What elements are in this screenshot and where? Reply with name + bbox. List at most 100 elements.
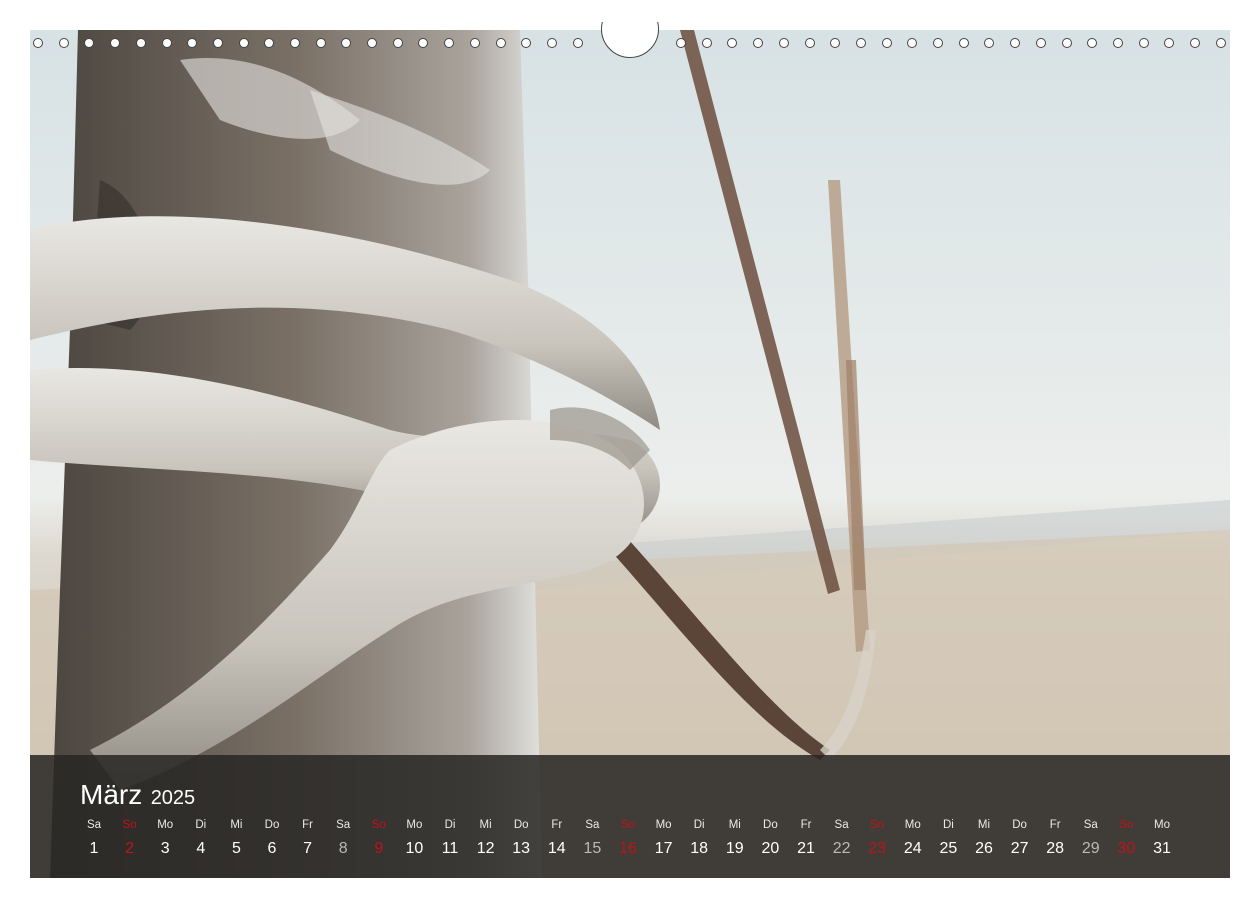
weekday-label: Mo	[406, 819, 423, 831]
weekday-label: Di	[693, 819, 705, 831]
day-number: 31	[1153, 840, 1171, 857]
binding-hole	[959, 38, 969, 48]
day-number: 18	[690, 840, 709, 857]
binding-hole	[110, 38, 120, 48]
day-number: 23	[868, 840, 887, 857]
binding-hole	[470, 38, 480, 48]
day-number: 3	[160, 840, 170, 857]
weekday-label: Di	[195, 819, 207, 831]
binding-hole	[702, 38, 712, 48]
binding-hole	[1113, 38, 1123, 48]
binding-hole	[882, 38, 892, 48]
binding-hole	[444, 38, 454, 48]
weekday-label: Mi	[977, 819, 991, 831]
weekday-label: Fr	[551, 819, 563, 831]
day-number: 13	[512, 840, 531, 857]
binding-hole	[907, 38, 917, 48]
binding-hole	[84, 38, 94, 48]
binding-hole	[264, 38, 274, 48]
day-number: 9	[374, 840, 384, 857]
day-number: 6	[267, 840, 277, 857]
day-number: 11	[441, 840, 459, 857]
weekday-label: Do	[1012, 819, 1027, 831]
year: 2025	[150, 787, 196, 809]
binding-hole	[33, 38, 43, 48]
day-number: 20	[761, 840, 780, 857]
binding-hole	[367, 38, 377, 48]
day-number: 2	[125, 840, 135, 857]
weekday-label: Di	[444, 819, 456, 831]
weekday-label: So	[620, 819, 636, 831]
weekday-label: Mi	[479, 819, 492, 831]
weekday-label: Mo	[1154, 819, 1170, 831]
weekday-label: Di	[942, 819, 954, 831]
weekday-label: Sa	[585, 819, 600, 831]
weekday-label: Fr	[302, 819, 314, 831]
binding-hole	[1216, 38, 1226, 48]
weekday-label: Mi	[230, 819, 243, 831]
day-number: 1	[89, 840, 99, 857]
binding-hole	[984, 38, 994, 48]
weekday-label: So	[1119, 819, 1134, 831]
binding-hole	[213, 38, 223, 48]
day-number: 29	[1081, 840, 1100, 857]
day-number: 17	[654, 840, 673, 857]
binding-hole	[1139, 38, 1149, 48]
binding-hole	[1062, 38, 1072, 48]
binding-hole	[1087, 38, 1097, 48]
day-number: 26	[975, 840, 993, 857]
day-number: 7	[303, 840, 313, 857]
binding-hole	[547, 38, 557, 48]
weekday-label: So	[870, 819, 885, 831]
day-number: 15	[583, 840, 602, 857]
weekday-label: Fr	[800, 819, 812, 831]
binding-hole	[136, 38, 146, 48]
binding-hole	[676, 38, 686, 48]
day-number: 21	[797, 840, 815, 857]
binding-hole	[290, 38, 300, 48]
binding-hole	[1010, 38, 1020, 48]
weekday-label: Mi	[728, 819, 741, 831]
calendar-strip: März 2025 Sa 1 So 2 Mo 3 Di 4 Mi 5 Do 6 Fr 7 Sa 8 So 9 Mo 1…	[30, 755, 1230, 878]
calendar-title: März 2025	[80, 779, 195, 811]
calendar-page: März 2025 Sa 1 So 2 Mo 3 Di 4 Mi 5 Do 6 Fr 7 Sa 8 So 9 Mo 1…	[0, 0, 1260, 908]
day-number: 16	[619, 840, 637, 857]
month-name: März	[80, 779, 143, 810]
hanger-cutout	[601, 22, 659, 58]
binding-hole	[933, 38, 943, 48]
beach-rope-post-photo	[30, 30, 1230, 878]
day-number: 5	[231, 840, 241, 857]
weekday-label: Do	[264, 819, 280, 831]
day-number: 10	[405, 840, 424, 857]
binding-hole	[239, 38, 249, 48]
binding-hole	[187, 38, 197, 48]
day-number: 27	[1010, 840, 1029, 857]
binding-hole	[418, 38, 428, 48]
binding-hole	[59, 38, 69, 48]
photo-illustration	[30, 30, 1230, 878]
day-number: 30	[1117, 840, 1136, 857]
binding-hole	[727, 38, 737, 48]
day-number: 25	[939, 840, 958, 857]
binding-hole	[393, 38, 403, 48]
binding-hole	[341, 38, 351, 48]
binding-hole	[1190, 38, 1200, 48]
day-number: 22	[832, 840, 851, 857]
day-number: 14	[547, 840, 566, 857]
binding-hole	[856, 38, 866, 48]
day-number: 8	[338, 840, 348, 857]
binding-hole	[753, 38, 763, 48]
day-number: 4	[196, 840, 206, 857]
day-number: 24	[903, 840, 922, 857]
binding-hole	[316, 38, 326, 48]
weekday-label: Fr	[1049, 819, 1061, 831]
binding-hole	[1036, 38, 1046, 48]
binding-hole	[573, 38, 583, 48]
weekday-label: Mo	[157, 819, 174, 831]
binding-hole	[496, 38, 506, 48]
weekday-label: Sa	[336, 819, 351, 831]
day-number: 28	[1046, 840, 1065, 857]
binding-hole	[830, 38, 840, 48]
binding-hole	[521, 38, 531, 48]
weekday-label: So	[371, 819, 386, 831]
